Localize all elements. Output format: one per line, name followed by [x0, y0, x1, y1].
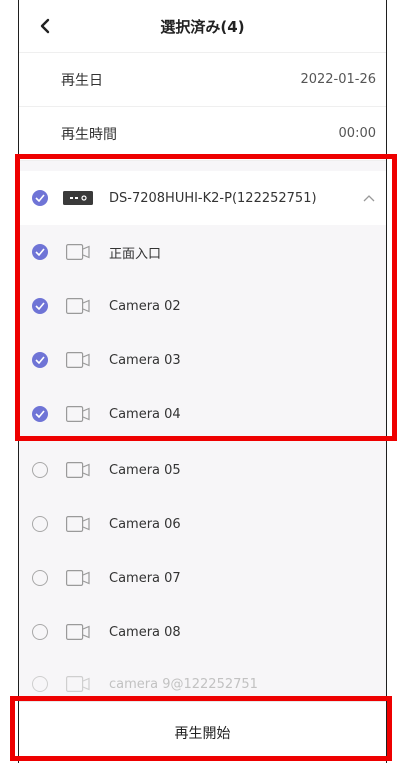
channel-list: DS-7208HUHI-K2-P(122252751) 正面入口 Camera …	[19, 161, 386, 701]
camera-label: camera 9@122252751	[109, 676, 258, 692]
checkmark-icon	[35, 248, 45, 256]
checkmark-icon	[35, 410, 45, 418]
camera-row[interactable]: Camera 05	[19, 443, 386, 497]
camera-checkbox[interactable]	[32, 352, 48, 368]
camera-label: Camera 08	[109, 624, 181, 640]
camera-row[interactable]: Camera 06	[19, 497, 386, 551]
camera-checkbox[interactable]	[32, 676, 48, 692]
camera-label: Camera 02	[109, 298, 181, 314]
camera-row[interactable]: Camera 07	[19, 551, 386, 605]
playback-time-label: 再生時間	[61, 126, 117, 143]
playback-date-value: 2022-01-26	[300, 72, 376, 87]
camera-label: Camera 06	[109, 516, 181, 532]
checkmark-icon	[35, 302, 45, 310]
dvr-icon	[63, 191, 93, 205]
playback-time-row[interactable]: 再生時間 00:00	[19, 107, 386, 161]
camera-row[interactable]: 正面入口	[19, 225, 386, 279]
camera-label: Camera 05	[109, 462, 181, 478]
camera-icon	[66, 406, 90, 422]
checkmark-icon	[35, 194, 45, 202]
camera-checkbox[interactable]	[32, 570, 48, 586]
camera-icon	[66, 624, 90, 640]
camera-row[interactable]: Camera 08	[19, 605, 386, 659]
camera-icon	[66, 352, 90, 368]
start-playback-label: 再生開始	[174, 726, 231, 742]
camera-icon	[66, 516, 90, 532]
playback-date-row[interactable]: 再生日 2022-01-26	[19, 53, 386, 107]
device-name: DS-7208HUHI-K2-P(122252751)	[109, 190, 317, 206]
camera-checkbox[interactable]	[32, 624, 48, 640]
camera-checkbox[interactable]	[32, 298, 48, 314]
back-button[interactable]	[33, 14, 57, 38]
page-title: 選択済み(4)	[160, 17, 245, 36]
camera-icon	[66, 676, 90, 692]
camera-label: Camera 03	[109, 352, 181, 368]
camera-checkbox[interactable]	[32, 406, 48, 422]
camera-label: Camera 04	[109, 406, 181, 422]
top-bar: 選択済み(4)	[19, 0, 386, 53]
camera-label: Camera 07	[109, 570, 181, 586]
camera-row[interactable]: Camera 03	[19, 333, 386, 387]
checkmark-icon	[35, 356, 45, 364]
camera-icon	[66, 298, 90, 314]
camera-row[interactable]: Camera 02	[19, 279, 386, 333]
device-checkbox[interactable]	[32, 190, 48, 206]
camera-icon	[66, 570, 90, 586]
camera-icon	[66, 462, 90, 478]
chevron-up-icon[interactable]	[363, 194, 375, 202]
device-row[interactable]: DS-7208HUHI-K2-P(122252751)	[19, 171, 386, 225]
start-playback-button[interactable]: 再生開始	[19, 701, 386, 763]
app-frame: 選択済み(4) 再生日 2022-01-26 再生時間 00:00 DS-720…	[18, 0, 387, 763]
camera-checkbox[interactable]	[32, 244, 48, 260]
camera-icon	[66, 244, 90, 260]
camera-checkbox[interactable]	[32, 516, 48, 532]
chevron-left-icon	[40, 18, 50, 34]
camera-checkbox[interactable]	[32, 462, 48, 478]
camera-row[interactable]: Camera 04	[19, 387, 386, 441]
playback-date-label: 再生日	[61, 72, 103, 89]
camera-label: 正面入口	[109, 246, 162, 262]
playback-time-value: 00:00	[338, 126, 376, 141]
